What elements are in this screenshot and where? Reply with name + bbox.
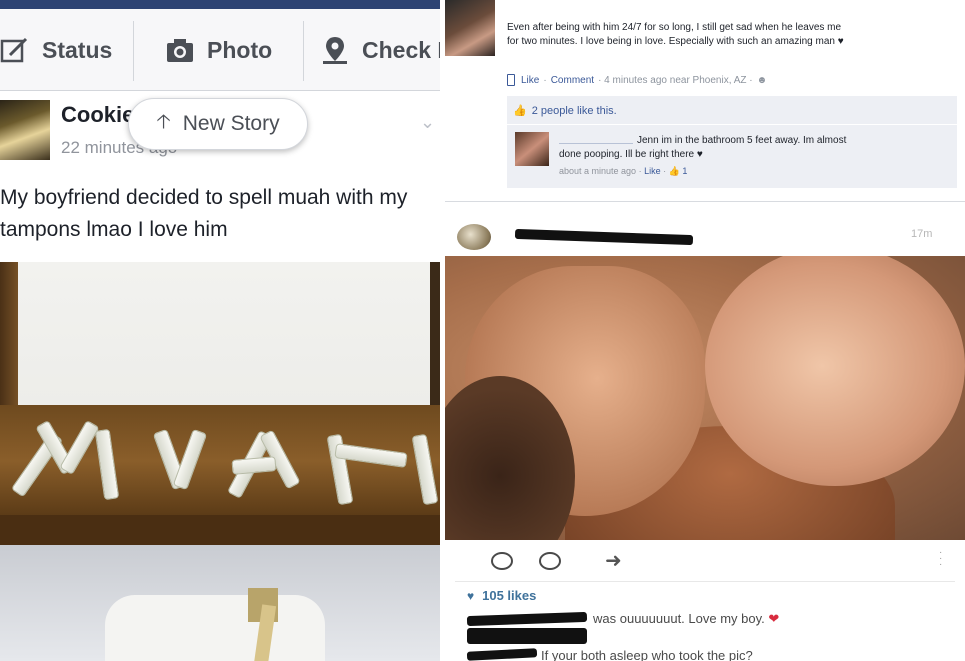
post-text: My boyfriend decided to spell muah with … [0,186,408,241]
instagram-screenshot: 17m ➜ · · · ♥ 105 likes was ouuuuuuut. Lov… [445,204,965,661]
facebook-mobile-screenshot: Status Photo Check I Cookie 22 minutes a… [0,0,440,661]
chevron-down-icon[interactable]: ⌄ [420,112,435,133]
like-link[interactable]: Like [521,75,539,86]
comment-link[interactable]: Comment [551,75,594,86]
comment: If your both asleep who took the pic? [541,648,753,661]
composer-bar: Status Photo Check I [0,9,440,91]
redacted-username [466,611,588,627]
photo-button[interactable]: Photo [165,9,272,91]
comment-like-count: 1 [682,166,688,176]
location-pin-icon [320,35,350,65]
post-photo[interactable] [0,262,440,661]
heart-icon[interactable] [491,552,513,570]
status-label: Status [42,36,113,63]
likes-count[interactable]: ♥ 105 likes [467,588,536,603]
post-time: 17m [911,228,933,240]
mobile-icon [507,74,515,86]
checkin-label: Check I [362,36,440,63]
heart-icon: ♥ [467,588,475,603]
post-photo[interactable] [445,256,965,540]
avatar[interactable] [445,0,495,56]
thumbs-up-icon: 👍 [668,166,680,176]
caption-text: was ouuuuuuut. Love my boy. [593,611,765,626]
comment-like-link[interactable]: Like [644,166,661,176]
more-options-icon[interactable]: · · · [939,548,945,572]
avatar[interactable] [0,100,50,160]
comment-time: about a minute ago [559,166,637,176]
caption: was ouuuuuuut. Love my boy. ❤ [593,611,779,627]
status-text: Even after being with him 24/7 for so lo… [507,22,844,47]
post-author[interactable]: Cookie [61,102,134,128]
status-button[interactable]: Status [0,9,112,91]
avatar[interactable] [457,224,491,250]
new-story-label: New Story [182,112,280,135]
feedback-box: 👍 2 people like this. Jenn im in the bat… [507,96,957,188]
comment-avatar[interactable] [515,132,549,166]
thumbs-up-icon: 👍 [513,105,527,117]
arrow-up-icon: 🡡 [156,111,171,133]
likes-summary-text: 2 people like this. [531,104,617,117]
divider [133,21,134,81]
post-meta: · 4 minutes ago near Phoenix, AZ · [598,74,753,86]
new-story-button[interactable]: 🡡 New Story [128,98,308,150]
share-arrow-icon[interactable]: ➜ [605,548,622,573]
likes-text: 105 likes [482,588,537,603]
top-bar [0,0,440,9]
facebook-desktop-screenshot: Even after being with him 24/7 for so lo… [445,0,965,202]
divider [303,21,304,81]
redacted-text [467,628,587,644]
photo-label: Photo [207,36,273,63]
edit-icon [0,35,30,65]
friends-icon: ☻ [756,74,768,86]
redacted-username [514,228,694,246]
likes-summary[interactable]: 👍 2 people like this. [513,104,617,118]
comment-icon[interactable] [539,552,561,570]
checkin-button[interactable]: Check I [320,9,440,91]
redacted-username [466,648,538,661]
heart-icon: ❤ [768,611,780,626]
post-actions: ➜ · · · [455,548,965,578]
comment-meta: about a minute ago · Like · 👍 1 [559,166,688,176]
comment-text: Jenn im in the bathroom 5 feet away. Im … [559,135,847,160]
camera-icon [165,35,195,65]
post-actions: Like · Comment · 4 minutes ago near Phoe… [507,74,767,86]
